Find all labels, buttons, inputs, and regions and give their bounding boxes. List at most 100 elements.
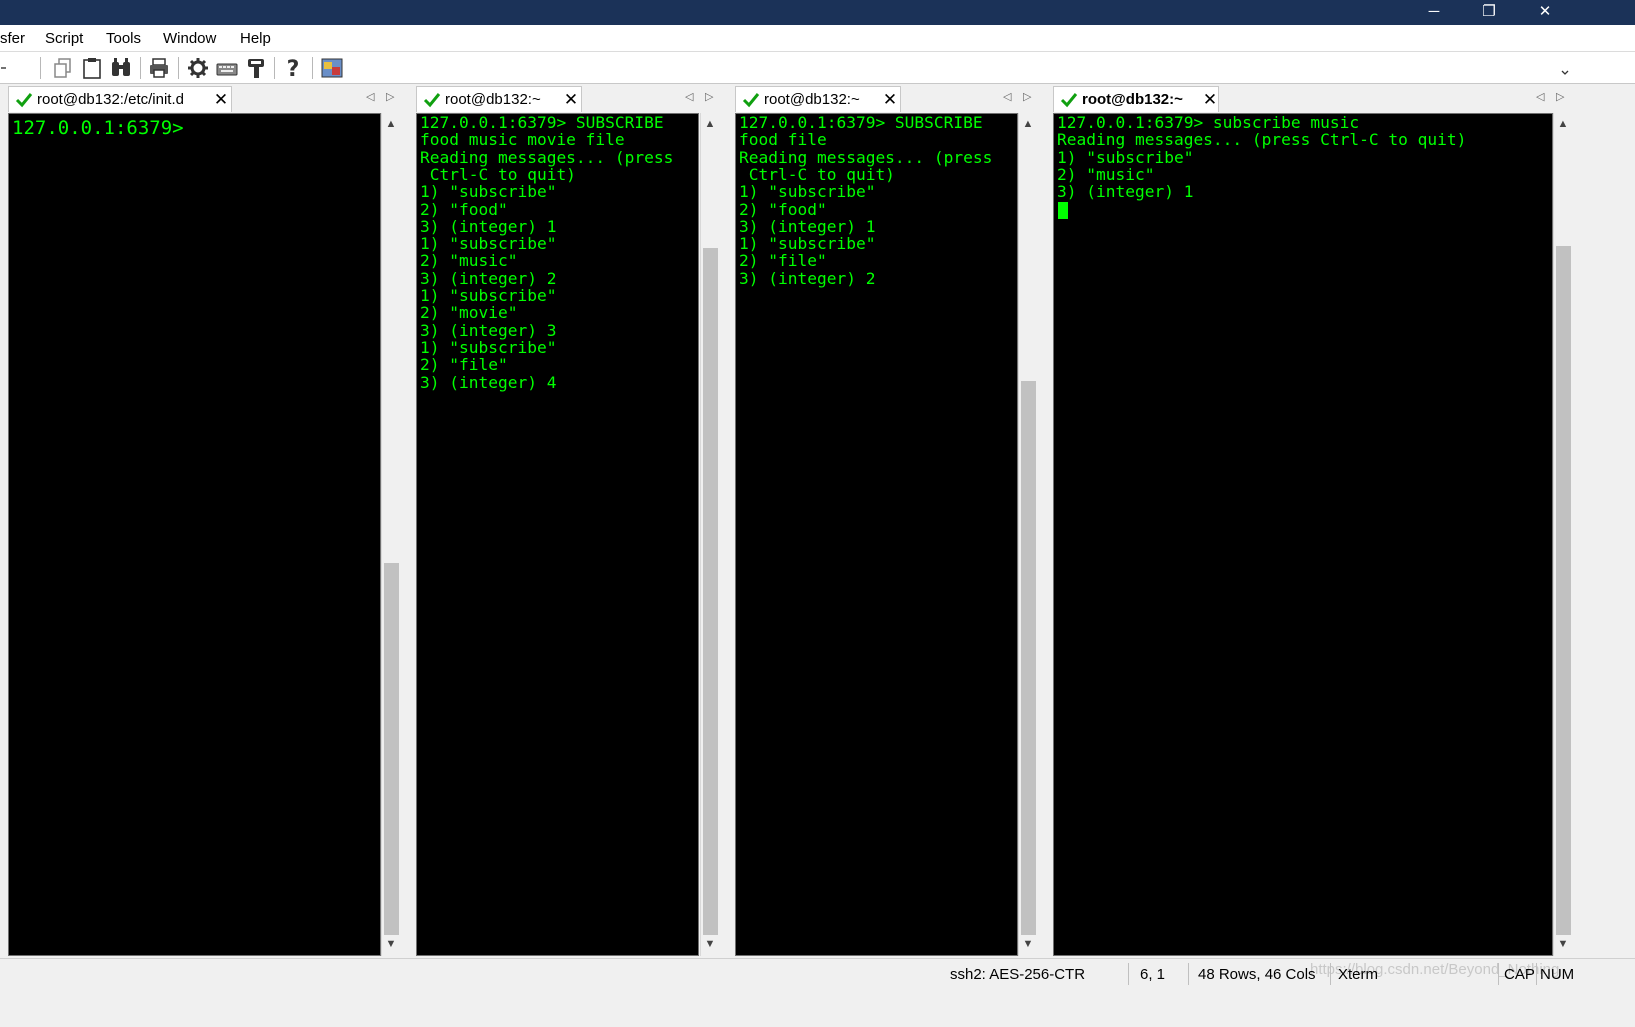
terminal-line: 1) "subscribe": [420, 337, 557, 357]
vertical-scrollbar[interactable]: ▲ ▼: [1553, 113, 1572, 956]
status-cipher: ssh2: AES-256-CTR: [950, 966, 1086, 983]
menu-script[interactable]: Script: [45, 25, 83, 52]
scroll-down-icon[interactable]: ▼: [382, 935, 400, 953]
tab-close-icon[interactable]: ✕: [882, 87, 898, 113]
tab-scroll-right-icon[interactable]: ▷: [386, 90, 394, 103]
tab-bar: root@db132:~ ✕ ◁ ▷: [1045, 85, 1635, 112]
status-separator: [1128, 963, 1129, 985]
status-terminal-size: 48 Rows, 46 Cols: [1198, 966, 1316, 983]
terminal-line: 1) "subscribe": [1057, 147, 1194, 167]
restore-button[interactable]: ❐: [1461, 0, 1517, 25]
terminal-line: 1) "subscribe": [739, 234, 876, 254]
terminal-line: 1) "subscribe": [739, 182, 876, 202]
terminal-line: Reading messages... (press: [420, 147, 674, 167]
scroll-up-icon[interactable]: ▲: [1019, 115, 1037, 133]
tab-scroll-right-icon[interactable]: ▷: [1556, 90, 1564, 103]
terminal-line: Reading messages... (press: [739, 147, 993, 167]
toolbar-overflow-icon[interactable]: [1560, 69, 1570, 77]
terminal-line: Reading messages... (press Ctrl-C to qui…: [1057, 130, 1467, 150]
copy-icon[interactable]: [51, 56, 75, 80]
settings-icon[interactable]: [186, 56, 210, 80]
tab-label: root@db132:/etc/init.d: [37, 91, 184, 108]
terminal-cursor: [1058, 202, 1068, 219]
scroll-down-icon[interactable]: ▼: [701, 935, 719, 953]
status-num-lock: NUM: [1540, 966, 1575, 983]
menu-tools[interactable]: Tools: [106, 25, 141, 52]
tab-close-icon[interactable]: ✕: [1202, 87, 1218, 113]
tab-session-3[interactable]: root@db132:~ ✕: [735, 86, 901, 112]
scroll-thumb[interactable]: [703, 248, 718, 935]
terminal[interactable]: 127.0.0.1:6379> SUBSCRIBE food music mov…: [416, 113, 699, 956]
status-terminal-type: Xterm: [1338, 966, 1379, 983]
menu-window[interactable]: Window: [163, 25, 216, 52]
status-separator: [1188, 963, 1189, 985]
tab-scroll-left-icon[interactable]: ◁: [1003, 90, 1011, 103]
print-icon[interactable]: [147, 56, 171, 80]
terminal-line: 127.0.0.1:6379>: [12, 117, 184, 139]
terminal-line: 1) "subscribe": [420, 234, 557, 254]
scroll-thumb[interactable]: [1556, 246, 1571, 935]
terminal-line: 127.0.0.1:6379> SUBSCRIBE: [420, 113, 664, 132]
session-pane-1: root@db132:/etc/init.d ✕ ◁ ▷ 127.0.0.1:6…: [0, 85, 404, 957]
terminal-line: 3) (integer) 1: [739, 216, 876, 236]
help-icon[interactable]: ?: [281, 56, 305, 80]
tab-bar: root@db132:~ ✕ ◁ ▷: [727, 85, 1042, 112]
minimize-button[interactable]: ─: [1406, 0, 1462, 25]
keymap-icon[interactable]: [215, 56, 239, 80]
tab-scroll-right-icon[interactable]: ▷: [705, 90, 713, 103]
terminal-line: 3) (integer) 2: [420, 268, 557, 288]
scroll-thumb[interactable]: [384, 563, 399, 935]
session-pane-3: root@db132:~ ✕ ◁ ▷ 127.0.0.1:6379> SUBSC…: [727, 85, 1042, 957]
terminal-line: food music movie file: [420, 130, 625, 150]
scroll-up-icon[interactable]: ▲: [1554, 115, 1572, 133]
tab-session-2[interactable]: root@db132:~ ✕: [416, 86, 582, 112]
scroll-down-icon[interactable]: ▼: [1019, 935, 1037, 953]
tab-scroll-left-icon[interactable]: ◁: [685, 90, 693, 103]
scroll-thumb[interactable]: [1021, 381, 1036, 935]
tab-scroll-left-icon[interactable]: ◁: [1536, 90, 1544, 103]
tab-close-icon[interactable]: ✕: [213, 87, 229, 113]
tab-session-1[interactable]: root@db132:/etc/init.d ✕: [8, 86, 232, 112]
scroll-up-icon[interactable]: ▲: [701, 115, 719, 133]
menu-help[interactable]: Help: [240, 25, 271, 52]
terminal[interactable]: 127.0.0.1:6379>: [8, 113, 381, 956]
find-icon[interactable]: [109, 56, 133, 80]
terminal-line: 3) (integer) 4: [420, 372, 557, 392]
terminal[interactable]: 127.0.0.1:6379> subscribe music Reading …: [1053, 113, 1553, 956]
tab-session-4-active[interactable]: root@db132:~ ✕: [1053, 86, 1219, 112]
terminal-line: 127.0.0.1:6379> subscribe music: [1057, 113, 1360, 132]
connected-check-icon: [423, 93, 441, 108]
terminal-line: food file: [739, 130, 827, 150]
sftp-icon[interactable]: [320, 56, 344, 80]
scroll-down-icon[interactable]: ▼: [1554, 935, 1572, 953]
terminal-line: 2) "music": [420, 251, 518, 271]
close-window-button[interactable]: ✕: [1517, 0, 1573, 25]
menu-transfer[interactable]: sfer: [0, 25, 25, 52]
tab-bar: root@db132:/etc/init.d ✕ ◁ ▷: [0, 85, 404, 112]
terminal-line: 2) "food": [420, 199, 508, 219]
vertical-scrollbar[interactable]: ▲ ▼: [700, 113, 719, 956]
terminal-line: 3) (integer) 2: [739, 268, 876, 288]
tab-scroll-left-icon[interactable]: ◁: [366, 90, 374, 103]
vertical-scrollbar[interactable]: ▲ ▼: [1018, 113, 1037, 956]
paste-icon[interactable]: [80, 56, 104, 80]
terminal-line: 2) "music": [1057, 164, 1155, 184]
toolbar-separator: [140, 57, 141, 79]
tab-scroll-right-icon[interactable]: ▷: [1023, 90, 1031, 103]
toolbar-separator: [274, 57, 275, 79]
terminal[interactable]: 127.0.0.1:6379> SUBSCRIBE food file Read…: [735, 113, 1018, 956]
toolbar-separator: [178, 57, 179, 79]
tab-label: root@db132:~: [1082, 91, 1183, 108]
terminal-line: 1) "subscribe": [420, 286, 557, 305]
session-pane-2: root@db132:~ ✕ ◁ ▷ 127.0.0.1:6379> SUBSC…: [408, 85, 723, 957]
vertical-scrollbar[interactable]: ▲ ▼: [381, 113, 400, 956]
key-icon[interactable]: [244, 56, 268, 80]
status-caps-lock: CAP: [1504, 966, 1535, 983]
scroll-up-icon[interactable]: ▲: [382, 115, 400, 133]
tab-bar: root@db132:~ ✕ ◁ ▷: [408, 85, 723, 112]
terminal-line: 2) "movie": [420, 303, 518, 323]
tab-label: root@db132:~: [445, 91, 541, 108]
tab-close-icon[interactable]: ✕: [563, 87, 579, 113]
toolbar: ?: [0, 52, 1635, 84]
terminal-line: 3) (integer) 1: [420, 216, 557, 236]
